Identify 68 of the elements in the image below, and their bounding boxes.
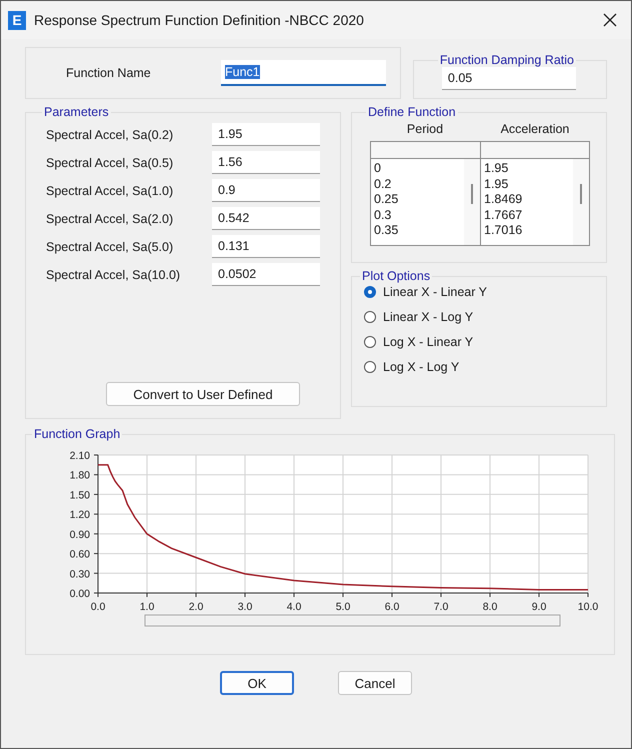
window-title: Response Spectrum Function Definition -NBCC 2020 <box>34 12 365 28</box>
tick-label: 0.90 <box>70 528 90 541</box>
field-label: Spectral Accel, Sa(1.0) <box>46 184 174 198</box>
scrollbar[interactable] <box>144 614 560 626</box>
input-field[interactable]: 0.0502 <box>212 263 320 286</box>
list-box[interactable]: 1.95 1.95 1.8469 1.7667 1.7016 <box>480 159 590 246</box>
field-label: Spectral Accel, Sa(2.0) <box>46 212 174 226</box>
convert-button[interactable]: Convert to User Defined <box>106 382 300 406</box>
close-icon[interactable] <box>603 13 617 27</box>
app-logo: E <box>8 10 26 30</box>
tick-label: 4.0 <box>286 601 302 613</box>
tick-label: 0.00 <box>70 588 90 600</box>
input-field[interactable]: 0.131 <box>212 235 320 258</box>
group-title: Function Damping Ratio <box>438 53 575 67</box>
tick-label: 7.0 <box>434 601 448 613</box>
input-field[interactable] <box>370 141 480 159</box>
tick-label: 1.20 <box>70 509 90 522</box>
radio-option[interactable]: Log X - Linear Y <box>364 335 594 349</box>
field-label: Spectral Accel, Sa(0.2) <box>46 128 174 142</box>
input-field[interactable]: 0.05 <box>442 67 576 90</box>
list-item[interactable]: 1.7667 <box>484 208 570 223</box>
scrollbar[interactable] <box>573 159 589 245</box>
list-item[interactable]: 0.3 <box>374 208 461 223</box>
column-header: Period <box>406 121 444 138</box>
group-title: Parameters <box>43 105 110 119</box>
tick-label: 6.0 <box>384 601 400 613</box>
tick-label: 1.50 <box>70 489 90 502</box>
tick-label: 2.0 <box>188 601 204 613</box>
dialog-button[interactable]: Cancel <box>338 671 412 695</box>
field-label: Spectral Accel, Sa(5.0) <box>46 240 174 254</box>
list-item[interactable]: 0.2 <box>374 176 461 192</box>
group-title: Define Function <box>367 105 457 119</box>
scrollbar[interactable] <box>464 159 480 245</box>
input-field[interactable]: 1.95 <box>212 123 320 146</box>
tick-label: 0.0 <box>90 601 106 613</box>
list-item[interactable]: 1.7016 <box>484 223 570 238</box>
radio-option[interactable]: Log X - Log Y <box>364 360 594 374</box>
list-item[interactable]: 0.35 <box>374 223 461 238</box>
group-title: Function Graph <box>33 427 122 441</box>
radio-option[interactable]: Linear X - Log Y <box>364 310 594 324</box>
list-item[interactable]: 0 <box>374 161 461 176</box>
tick-label: 5.0 <box>336 601 350 613</box>
tick-label: 9.0 <box>532 601 546 613</box>
input-field[interactable]: Func1 <box>221 60 386 86</box>
tick-label: 1.80 <box>70 470 90 482</box>
list-item[interactable]: 1.95 <box>484 176 570 192</box>
input-field[interactable]: 0.9 <box>212 179 320 202</box>
list-box[interactable]: 0 0.2 0.25 0.3 0.35 <box>370 159 480 246</box>
input-field[interactable]: 1.56 <box>212 151 320 174</box>
input-field[interactable] <box>480 141 590 159</box>
dialog-button[interactable]: OK <box>220 671 294 695</box>
input-field[interactable]: 0.542 <box>212 207 320 230</box>
list-item[interactable]: 1.95 <box>484 161 570 176</box>
tick-label: 8.0 <box>482 601 498 613</box>
list-item[interactable]: 0.25 <box>374 192 461 208</box>
field-label: Spectral Accel, Sa(10.0) <box>46 268 182 282</box>
tick-label: 3.0 <box>238 601 252 613</box>
radio-option[interactable]: Linear X - Linear Y <box>364 285 594 299</box>
tick-label: 10.0 <box>578 601 598 613</box>
tick-label: 2.10 <box>70 450 90 462</box>
field-label: Function Name <box>66 66 152 80</box>
list-item[interactable]: 1.8469 <box>484 192 570 208</box>
field-label: Spectral Accel, Sa(0.5) <box>46 156 174 170</box>
tick-label: 0.60 <box>70 548 90 561</box>
tick-label: 0.30 <box>70 568 90 580</box>
group-title: Plot Options <box>361 269 432 283</box>
tick-label: 1.0 <box>140 601 154 613</box>
column-header: Acceleration <box>500 121 570 138</box>
